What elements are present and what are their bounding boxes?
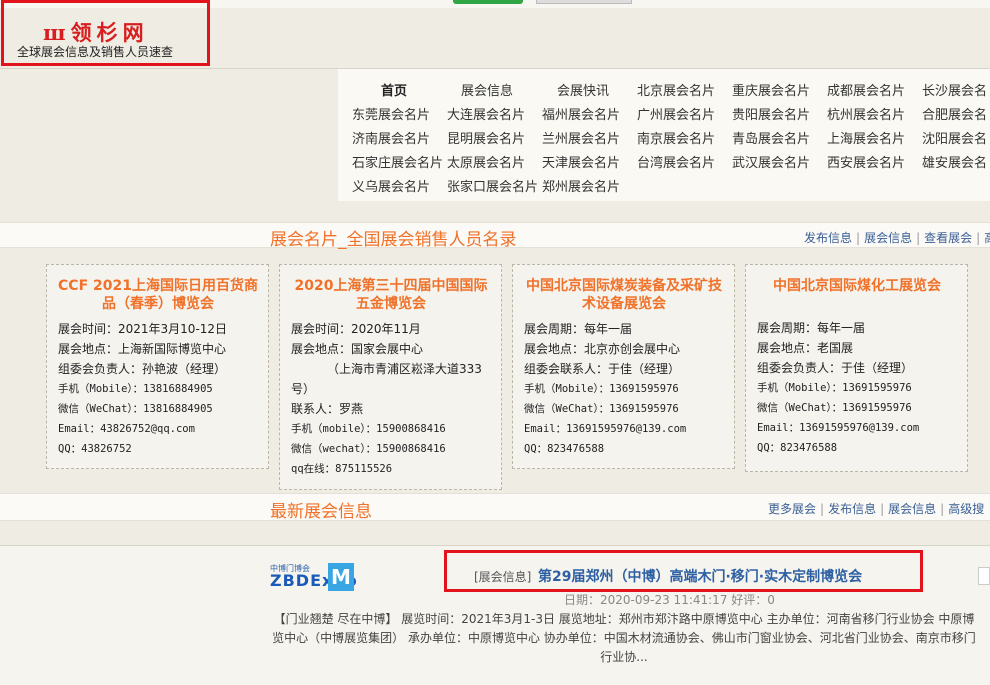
nav-item-qingdao[interactable]: 青岛展会名片 [732, 128, 810, 147]
card-line: 展会周期：每年一届 [524, 322, 633, 336]
news-title-link[interactable]: 第29届郑州（中博）高端木门·移门·实木定制博览会 [538, 566, 862, 586]
link-view-expo[interactable]: 查看展会 [924, 231, 972, 245]
expo-card[interactable]: 中国北京国际煤化工展览会 展会周期：每年一届 展会地点：老国展 组委会负责人：于… [745, 264, 968, 472]
expo-card-title[interactable]: 2020上海第三十四届中国国际五金博览会 [291, 277, 491, 313]
card-line: 展会时间：2020年11月 [291, 322, 421, 336]
nav-item-hangzhou[interactable]: 杭州展会名片 [827, 104, 905, 123]
card-line: QQ：823476588 [757, 442, 838, 454]
section-links-latest: 更多展会 | 发布信息 | 展会信息 | 高级搜 [768, 502, 985, 516]
expo-card-title[interactable]: 中国北京国际煤炭装备及采矿技术设备展览会 [524, 277, 724, 313]
card-line: 微信（wechat）：15900868416 [291, 443, 446, 455]
main-nav: 首页 展会信息 会展快讯 北京展会名片 重庆展会名片 成都展会名片 长沙展会名 … [338, 69, 990, 201]
card-line: Email：43826752@qq.com [58, 423, 195, 435]
nav-item-chongqing[interactable]: 重庆展会名片 [732, 80, 810, 99]
nav-item-tianjin[interactable]: 天津展会名片 [542, 152, 620, 171]
nav-item-shenyang[interactable]: 沈阳展会名 [922, 128, 987, 147]
zbdexpo-logo-m: M [328, 563, 354, 591]
nav-item-shanghai[interactable]: 上海展会名片 [827, 128, 905, 147]
nav-item-jinan[interactable]: 济南展会名片 [352, 128, 430, 147]
logo-subtitle: 全球展会信息及销售人员速查 [17, 45, 174, 59]
nav-item-shijiazhuang[interactable]: 石家庄展会名片 [352, 152, 443, 171]
nav-item-guiyang[interactable]: 贵阳展会名片 [732, 104, 810, 123]
nav-item-taiyuan[interactable]: 太原展会名片 [447, 152, 525, 171]
card-line: 组委会负责人：孙艳波（经理） [58, 362, 227, 376]
card-line: 手机（mobile）：15900868416 [291, 423, 446, 435]
card-line: （上海市青浦区崧泽大道333 [327, 362, 482, 376]
card-line: 手机（Mobile）：13691595976 [524, 383, 679, 395]
link-advanced[interactable]: 高 [984, 231, 990, 245]
card-line: 组委会联系人：于佳（经理） [524, 362, 681, 376]
card-line: 展会周期：每年一届 [757, 321, 866, 335]
nav-item-expo-info[interactable]: 展会信息 [461, 80, 513, 99]
card-line: 微信（WeChat）：13816884905 [58, 403, 213, 415]
link-publish[interactable]: 发布信息 [828, 502, 876, 516]
news-date: 日期：2020-09-23 11:41:17 好评：0 [564, 593, 775, 607]
card-line: 展会时间：2021年3月10-12日 [58, 322, 228, 336]
card-line: 号） [291, 382, 316, 396]
nav-item-chengdu[interactable]: 成都展会名片 [827, 80, 905, 99]
card-line: 展会地点：老国展 [757, 341, 854, 355]
link-advanced-search[interactable]: 高级搜 [948, 502, 984, 516]
nav-item-fuzhou[interactable]: 福州展会名片 [542, 104, 620, 123]
card-line: QQ：43826752 [58, 443, 132, 455]
card-line: 微信（WeChat）：13691595976 [757, 402, 912, 414]
expo-card-title[interactable]: CCF 2021上海国际日用百货商品（春季）博览会 [58, 277, 258, 313]
card-line: 微信（WeChat）：13691595976 [524, 403, 679, 415]
top-green-button[interactable] [453, 0, 523, 4]
section-title-latest: 最新展会信息 [270, 502, 372, 522]
nav-item-zhengzhou[interactable]: 郑州展会名片 [542, 176, 620, 195]
card-line: 手机（Mobile）：13691595976 [757, 382, 912, 394]
nav-item-lanzhou[interactable]: 兰州展会名片 [542, 128, 620, 147]
top-gray-button[interactable] [536, 0, 632, 4]
card-line: 手机（Mobile）：13816884905 [58, 383, 213, 395]
nav-item-wuhan[interactable]: 武汉展会名片 [732, 152, 810, 171]
nav-item-nanjing[interactable]: 南京展会名片 [637, 128, 715, 147]
nav-item-xian[interactable]: 西安展会名片 [827, 152, 905, 171]
link-more-expos[interactable]: 更多展会 [768, 502, 816, 516]
nav-item-yiwu[interactable]: 义乌展会名片 [352, 176, 430, 195]
nav-item-dongguan[interactable]: 东莞展会名片 [352, 104, 430, 123]
link-publish[interactable]: 发布信息 [804, 231, 852, 245]
nav-item-zhangjiakou[interactable]: 张家口展会名片 [447, 176, 538, 195]
news-description: 【门业翘楚 尽在中博】 展览时间：2021年3月1-3日 展览地址：郑州市郑汴路… [272, 612, 976, 664]
expo-card-title[interactable]: 中国北京国际煤化工展览会 [757, 277, 957, 295]
link-expo-info[interactable]: 展会信息 [864, 231, 912, 245]
expo-card[interactable]: 2020上海第三十四届中国国际五金博览会 展会时间：2020年11月 展会地点：… [279, 264, 502, 490]
nav-item-beijing[interactable]: 北京展会名片 [637, 80, 715, 99]
card-line: qq在线：875115526 [291, 463, 393, 475]
nav-item-home[interactable]: 首页 [381, 80, 407, 99]
nav-item-kunming[interactable]: 昆明展会名片 [447, 128, 525, 147]
site-logo[interactable]: ш领杉网 全球展会信息及销售人员速查 [1, 0, 210, 66]
card-line: Email：13691595976@139.com [524, 423, 687, 435]
section-links-cards: 发布信息|展会信息|查看展会|高 [804, 229, 990, 246]
card-line: 展会地点：国家会展中心 [291, 342, 424, 356]
card-line: QQ：823476588 [524, 443, 605, 455]
nav-item-xiongan[interactable]: 雄安展会名 [922, 152, 987, 171]
card-line: Email：13691595976@139.com [757, 422, 920, 434]
section-title-cards: 展会名片_全国展会销售人员名录 [270, 230, 517, 250]
nav-item-news[interactable]: 会展快讯 [557, 80, 609, 99]
card-line: 展会地点：北京亦创会展中心 [524, 342, 681, 356]
nav-item-guangzhou[interactable]: 广州展会名片 [637, 104, 715, 123]
nav-item-taiwan[interactable]: 台湾展会名片 [637, 152, 715, 171]
card-line: 展会地点：上海新国际博览中心 [58, 342, 227, 356]
expo-card[interactable]: 中国北京国际煤炭装备及采矿技术设备展览会 展会周期：每年一届 展会地点：北京亦创… [512, 264, 735, 469]
scroll-widget[interactable] [978, 567, 990, 585]
zbdexpo-logo[interactable]: 中博门博会 ZBDExpo M [270, 563, 357, 595]
news-category[interactable]: [展会信息] [474, 568, 531, 585]
nav-item-dalian[interactable]: 大连展会名片 [447, 104, 525, 123]
nav-item-hefei[interactable]: 合肥展会名 [922, 104, 987, 123]
card-line: 联系人：罗燕 [291, 402, 364, 416]
link-expo-info[interactable]: 展会信息 [888, 502, 936, 516]
expo-card[interactable]: CCF 2021上海国际日用百货商品（春季）博览会 展会时间：2021年3月10… [46, 264, 269, 469]
nav-item-changsha[interactable]: 长沙展会名 [922, 80, 987, 99]
card-line: 组委会负责人：于佳（经理） [757, 361, 914, 375]
